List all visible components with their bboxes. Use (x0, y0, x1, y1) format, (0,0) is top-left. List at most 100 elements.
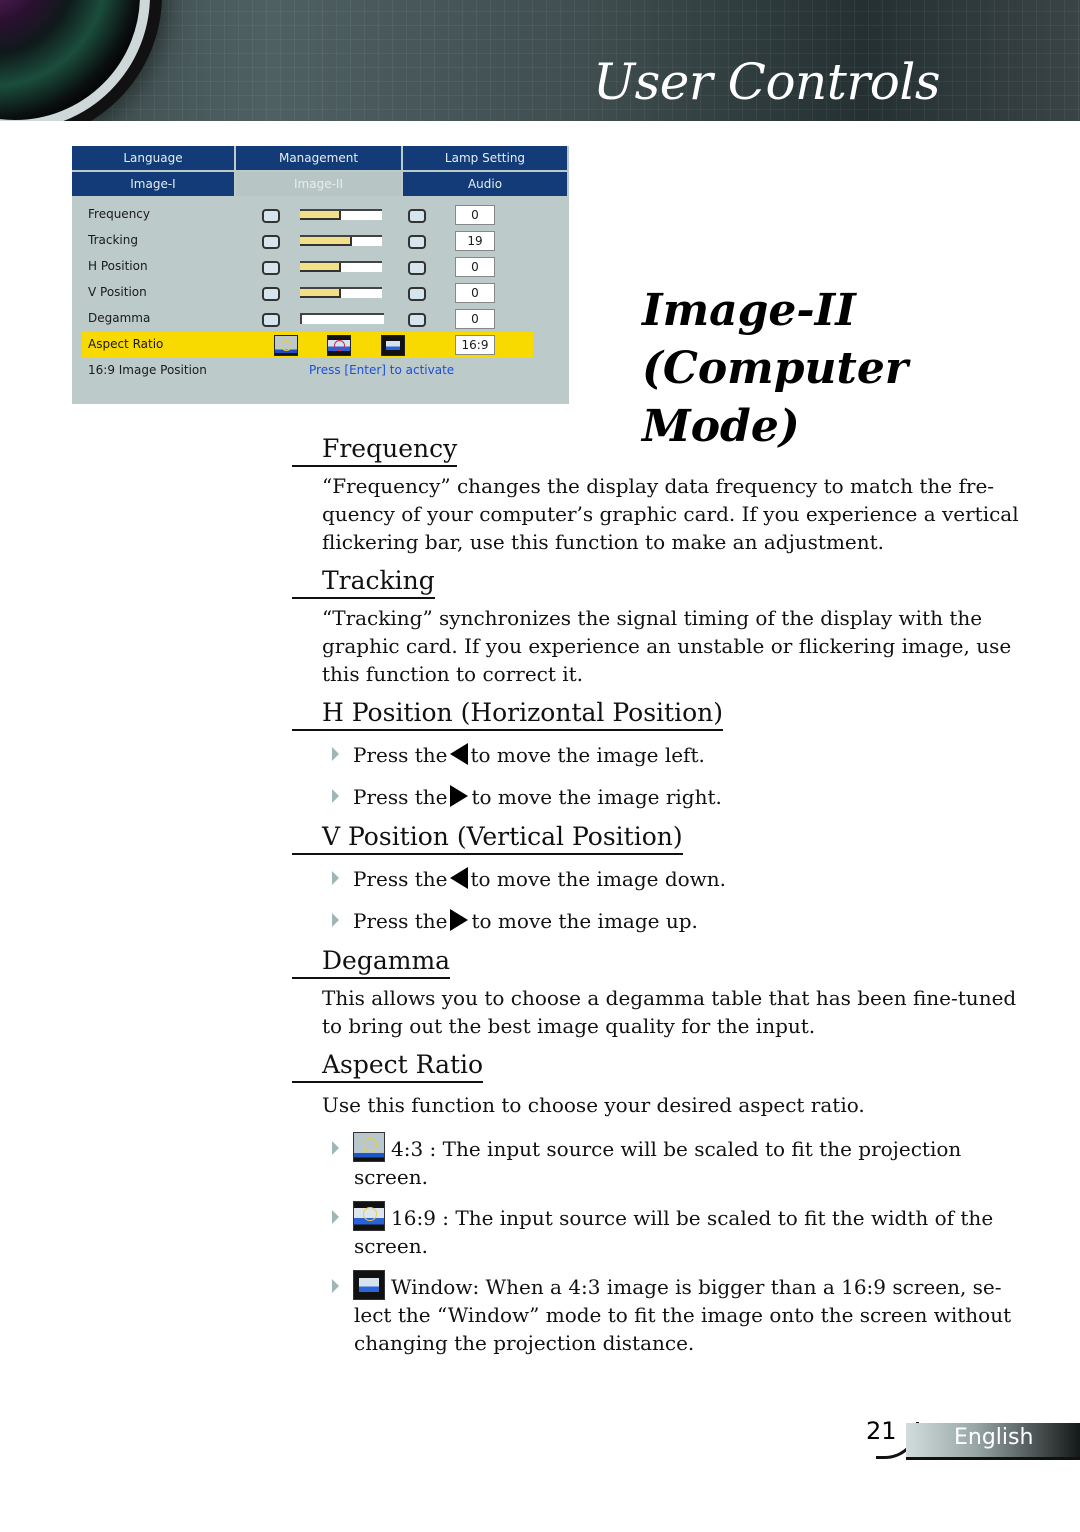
bullet-arrow-icon (332, 1279, 339, 1293)
osd-slider[interactable] (300, 313, 384, 324)
osd-tab-language[interactable]: Language (72, 146, 236, 172)
bullet-h-right: Press the to move the image right. (332, 783, 1022, 811)
decrease-icon[interactable] (262, 313, 280, 327)
osd-row-label: V Position (88, 285, 147, 299)
decrease-icon[interactable] (262, 261, 280, 275)
bullet-arrow-icon (332, 871, 339, 885)
text-degamma: This allows you to choose a degamma tabl… (322, 986, 1017, 1038)
bullet-text: Window: When a 4:3 image is bigger than … (391, 1275, 1002, 1299)
osd-row-label: Frequency (88, 207, 150, 221)
heading-tracking: Tracking (292, 565, 435, 599)
left-arrow-icon (449, 867, 468, 889)
osd-tab-image-ii[interactable]: Image-II (236, 172, 403, 198)
osd-row-label: Tracking (88, 233, 138, 247)
text-frequency: “Frequency” changes the display data fre… (322, 474, 1019, 554)
heading-h-position: H Position (Horizontal Position) (292, 697, 723, 731)
bullet-text: to move the image up. (471, 909, 698, 933)
bullet-text: Press the (353, 785, 448, 809)
increase-icon[interactable] (408, 287, 426, 301)
bullet-arrow-icon (332, 1141, 339, 1155)
language-label: English (954, 1425, 1034, 1450)
osd-row-label: H Position (88, 259, 148, 273)
osd-tabs-row-1: Language Management Lamp Setting (72, 146, 569, 172)
bullet-aspect-window: Window: When a 4:3 image is bigger than … (332, 1270, 1022, 1357)
osd-tab-image-i[interactable]: Image-I (72, 172, 236, 198)
bullet-h-left: Press the to move the image left. (332, 741, 1022, 769)
section-subtitle: (Computer Mode) (642, 343, 908, 452)
aspect-window-icon[interactable] (381, 335, 405, 356)
bullet-text: to move the image right. (471, 785, 722, 809)
heading-degamma: Degamma (292, 945, 451, 979)
page-number: 21 (866, 1417, 897, 1445)
increase-icon[interactable] (408, 209, 426, 223)
increase-icon[interactable] (408, 261, 426, 275)
bullet-text-cont: lect the “Window” mode to fit the image … (354, 1303, 1012, 1355)
osd-slider[interactable] (300, 235, 382, 246)
bullet-text: to move the image down. (470, 867, 727, 891)
section-title-main: Image-II (642, 285, 856, 336)
banner-divider (0, 121, 1080, 124)
osd-tabs-row-2: Image-I Image-II Audio (72, 172, 569, 198)
bullet-arrow-icon (332, 747, 339, 761)
osd-slider-fill (300, 237, 352, 246)
bullet-v-up: Press the to move the image up. (332, 907, 1022, 935)
activate-link[interactable]: Press [Enter] to activate (309, 363, 454, 377)
chapter-title: User Controls (593, 53, 941, 111)
heading-v-position: V Position (Vertical Position) (292, 821, 683, 855)
osd-row-aspect-ratio[interactable]: Aspect Ratio 16:9 (82, 332, 533, 358)
aspect-4-3-icon[interactable] (274, 335, 298, 356)
right-arrow-icon (449, 785, 468, 807)
osd-row-image-position[interactable]: 16:9 Image Position Press [Enter] to act… (72, 358, 569, 384)
lens-graphic (0, 0, 150, 124)
osd-row-value: 0 (455, 309, 495, 329)
osd-row-value: 16:9 (455, 335, 495, 355)
osd-row-value: 0 (455, 257, 495, 277)
bullet-arrow-icon (332, 1210, 339, 1224)
bullet-text-cont: screen. (354, 1234, 428, 1258)
osd-tab-audio[interactable]: Audio (403, 172, 569, 198)
bullet-text: Press the (353, 867, 448, 891)
decrease-icon[interactable] (262, 209, 280, 223)
aspect-4-3-icon (353, 1132, 385, 1162)
osd-row-value: 0 (455, 205, 495, 225)
decrease-icon[interactable] (262, 235, 280, 249)
language-tab: English (906, 1423, 1080, 1460)
header-banner: User Controls (0, 0, 1080, 124)
bullet-text: Press the (353, 743, 448, 767)
osd-tab-management[interactable]: Management (236, 146, 403, 172)
osd-menu: Language Management Lamp Setting Image-I… (72, 146, 569, 404)
osd-tab-lamp-setting[interactable]: Lamp Setting (403, 146, 569, 172)
aspect-16-9-icon (353, 1201, 385, 1231)
left-arrow-icon (449, 743, 468, 765)
osd-slider[interactable] (300, 209, 382, 220)
osd-row-label: Degamma (88, 311, 151, 325)
osd-slider-fill (300, 289, 341, 298)
osd-settings-list: Frequency 0 Tracking 19 H Position 0 V Positio… (72, 198, 569, 332)
bullet-v-down: Press the to move the image down. (332, 865, 1022, 893)
increase-icon[interactable] (408, 235, 426, 249)
osd-slider[interactable] (300, 287, 382, 298)
bullet-arrow-icon (332, 913, 339, 927)
osd-row-v-position[interactable]: V Position 0 (72, 280, 569, 306)
section-title: Image-II (Computer Mode) (642, 282, 1080, 456)
osd-row-frequency[interactable]: Frequency 0 (72, 202, 569, 228)
increase-icon[interactable] (408, 313, 426, 327)
osd-row-tracking[interactable]: Tracking 19 (72, 228, 569, 254)
text-aspect-ratio: Use this function to choose your desired… (322, 1093, 865, 1117)
bullet-text: 4:3 : The input source will be scaled to… (391, 1137, 962, 1161)
decrease-icon[interactable] (262, 287, 280, 301)
osd-row-label: Aspect Ratio (88, 337, 164, 351)
bullet-text: to move the image left. (470, 743, 705, 767)
osd-slider[interactable] (300, 261, 382, 272)
osd-slider-fill (300, 211, 341, 220)
right-arrow-icon (449, 909, 468, 931)
aspect-16-9-icon[interactable] (327, 335, 351, 356)
text-tracking: “Tracking” synchronizes the signal timin… (322, 606, 1012, 686)
aspect-window-icon (353, 1270, 385, 1300)
heading-aspect-ratio: Aspect Ratio (292, 1049, 484, 1083)
bullet-aspect-4-3: 4:3 : The input source will be scaled to… (332, 1132, 1022, 1191)
osd-row-label: 16:9 Image Position (88, 363, 207, 377)
osd-row-degamma[interactable]: Degamma 0 (72, 306, 569, 332)
osd-row-h-position[interactable]: H Position 0 (72, 254, 569, 280)
bullet-text: 16:9 : The input source will be scaled t… (391, 1206, 994, 1230)
